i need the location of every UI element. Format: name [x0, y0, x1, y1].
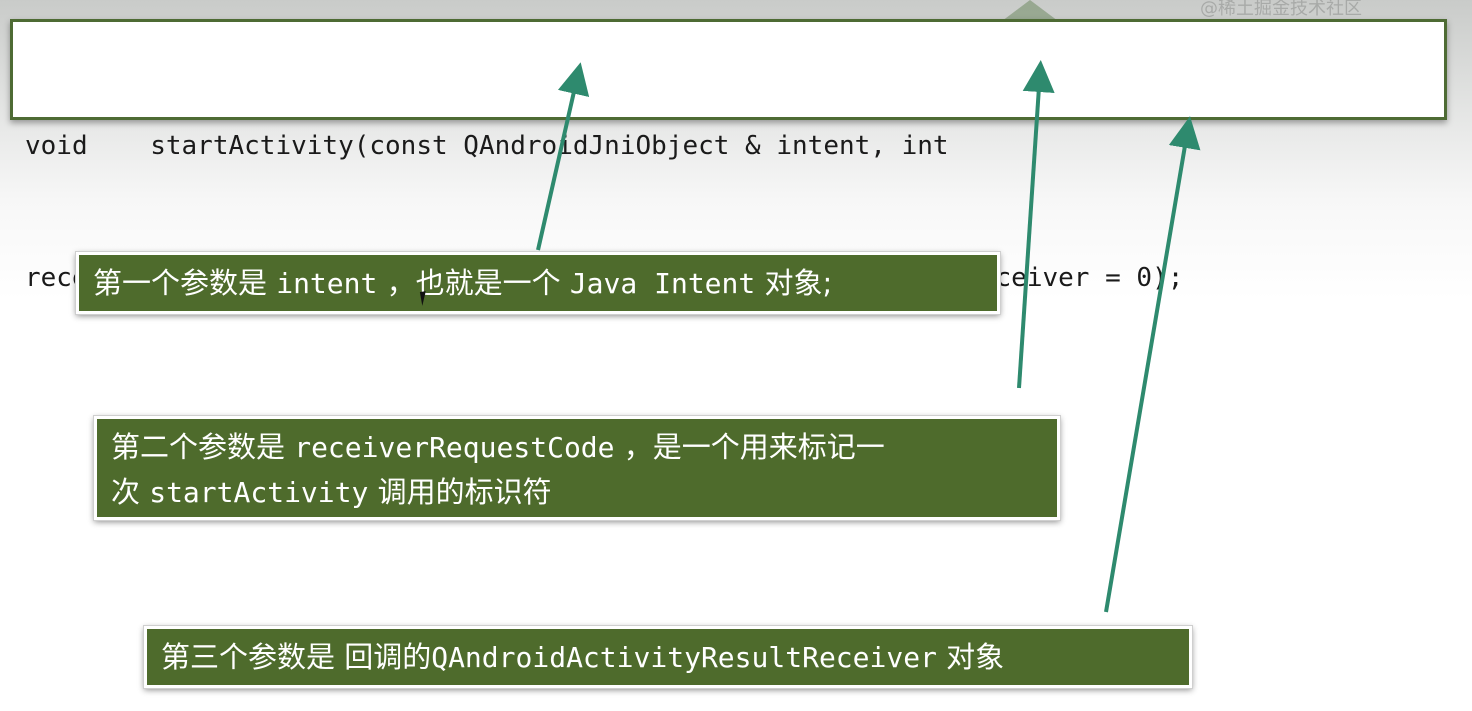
callout-1-suffix: 对象; — [755, 266, 833, 300]
callout-2-term: receiverRequestCode — [294, 431, 615, 464]
callout-2-line-1: 第二个参数是 receiverRequestCode ，是一个用来标记一 — [111, 425, 1043, 470]
callout-param-intent: 第一个参数是 intent ，也就是一个 Java Intent 对象; — [75, 251, 1001, 315]
callout-1-term2: Java Intent — [569, 267, 756, 300]
callout-2-line-2: 次 startActivity 调用的标识符 — [111, 470, 1043, 515]
callout-2-line2-prefix: 次 — [111, 475, 150, 509]
callout-2-middle: ，是一个用来标记一 — [614, 430, 885, 464]
code-signature-box: void startActivity(const QAndroidJniObje… — [10, 19, 1447, 293]
callout-3-term: QAndroidActivityResultReceiver — [431, 641, 937, 674]
callout-2-suffix: 调用的标识符 — [368, 475, 552, 509]
callout-1-term: intent — [276, 267, 378, 300]
callout-1-prefix: 第一个参数是 — [93, 266, 277, 300]
mouse-cursor-icon — [419, 290, 435, 306]
code-line-1: void startActivity(const QAndroidJniObje… — [25, 131, 949, 161]
callout-1-middle: ，也就是一个 — [377, 266, 570, 300]
callout-3-suffix: 对象 — [936, 640, 1005, 674]
callout-2-term2: startActivity — [149, 476, 369, 509]
callout-3-prefix: 第三个参数是 回调的 — [161, 640, 432, 674]
callout-param-request-code: 第二个参数是 receiverRequestCode ，是一个用来标记一 次 s… — [93, 415, 1061, 521]
callout-param-result-receiver: 第三个参数是 回调的QAndroidActivityResultReceiver… — [143, 625, 1193, 689]
callout-2-prefix: 第二个参数是 — [111, 430, 295, 464]
watermark: @稀土掘金技术社区 — [1200, 0, 1362, 18]
